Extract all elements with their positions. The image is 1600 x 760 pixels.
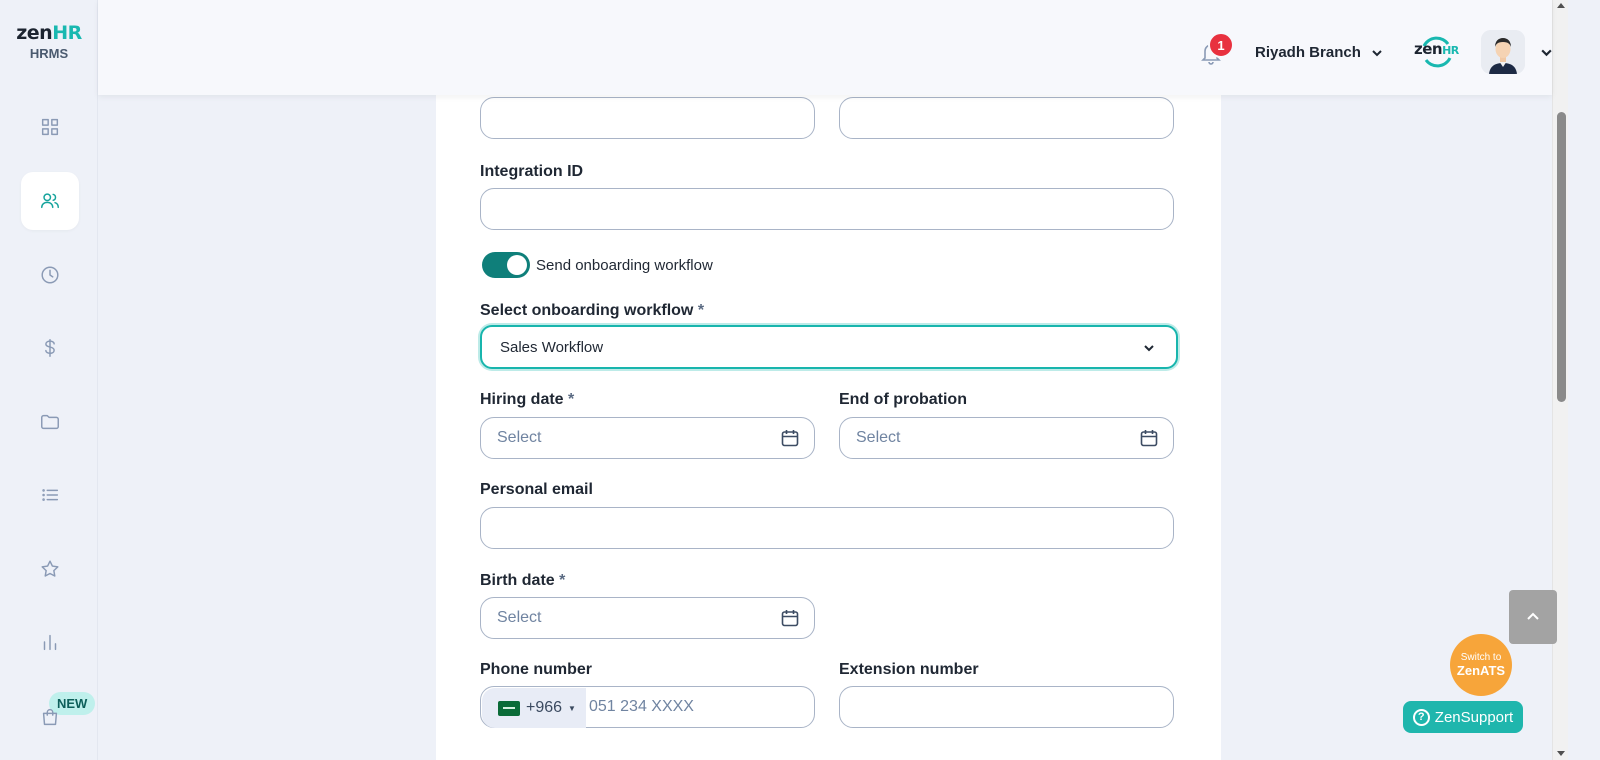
bag-icon <box>42 709 58 726</box>
sidebar-item-lists[interactable] <box>21 466 79 524</box>
brand-sub: HRMS <box>29 46 69 61</box>
toggle-knob <box>507 255 527 275</box>
branch-name: Riyadh Branch <box>1255 44 1361 61</box>
grid-icon <box>41 118 59 136</box>
clock-icon <box>41 266 59 284</box>
sidebar-item-performance[interactable] <box>21 540 79 598</box>
scroll-to-top-button[interactable] <box>1509 590 1557 644</box>
personal-email-field[interactable] <box>480 507 1174 549</box>
required-marker: * <box>697 302 705 319</box>
logo-main-text: zen <box>1414 40 1443 58</box>
hiring-date-placeholder: Select <box>497 429 542 446</box>
brand-main: zen <box>16 22 53 44</box>
phone-number-placeholder: 051 234 XXXX <box>589 698 694 715</box>
birth-date-placeholder: Select <box>497 609 542 626</box>
sidebar-item-documents[interactable] <box>21 393 79 451</box>
sidebar-item-attendance[interactable] <box>21 246 79 304</box>
onboarding-workflow-label-text: Select onboarding workflow <box>480 302 694 319</box>
country-code-selector[interactable]: +966 ▼ <box>482 688 586 728</box>
phone-number-field[interactable]: +966 ▼ 051 234 XXXX <box>480 686 815 728</box>
employee-form: Integration ID Send onboarding workflow … <box>436 80 1221 760</box>
calendar-icon[interactable] <box>780 428 800 448</box>
user-avatar[interactable] <box>1481 30 1525 74</box>
onboarding-workflow-select[interactable]: Sales Workflow <box>480 325 1178 369</box>
chevron-up-icon <box>1527 612 1539 620</box>
scroll-up-arrow-icon[interactable] <box>1557 3 1565 8</box>
app-logo[interactable]: zenHR HRMS <box>0 22 98 61</box>
onboarding-workflow-label: Select onboarding workflow * <box>480 302 704 320</box>
end-of-probation-label: End of probation <box>839 391 967 408</box>
saudi-flag-icon <box>498 700 520 716</box>
question-icon: ? <box>1412 708 1430 726</box>
notification-count-badge: 1 <box>1208 32 1234 58</box>
end-of-probation-field[interactable]: Select <box>839 417 1174 459</box>
hiring-date-field[interactable]: Select <box>480 417 815 459</box>
folder-icon <box>41 414 59 430</box>
end-of-probation-placeholder: Select <box>856 429 901 446</box>
bar-chart-icon <box>43 634 57 651</box>
onboarding-toggle[interactable] <box>482 252 530 278</box>
sidebar-item-marketplace[interactable] <box>21 688 79 746</box>
birth-date-label-text: Birth date <box>480 572 555 589</box>
chevron-down-icon <box>1372 49 1382 56</box>
extension-number-label: Extension number <box>839 661 979 678</box>
sidebar-item-employees[interactable] <box>21 172 79 230</box>
extension-number-field[interactable] <box>839 686 1174 728</box>
birth-date-label: Birth date * <box>480 572 565 590</box>
caret-down-icon: ▼ <box>568 703 576 713</box>
scrollbar-thumb[interactable] <box>1557 112 1566 402</box>
birth-date-field[interactable]: Select <box>480 597 815 639</box>
sidebar: zenHR HRMS NEW <box>0 0 98 760</box>
chevron-down-icon <box>1144 345 1154 352</box>
integration-id-field[interactable] <box>480 188 1174 230</box>
sidebar-item-dashboard[interactable] <box>21 98 79 156</box>
personal-email-label: Personal email <box>480 481 593 498</box>
top-header: 1 Riyadh Branch zenHR <box>98 0 1552 95</box>
text-field-top-right[interactable] <box>839 97 1174 139</box>
zenhr-logo: zenHR <box>1414 34 1462 70</box>
user-avatar-image <box>1481 30 1525 74</box>
phone-number-label: Phone number <box>480 661 593 678</box>
switch-line2: ZenATS <box>1456 663 1506 678</box>
zensupport-button[interactable]: ? ZenSupport <box>1403 701 1523 733</box>
switch-to-zenats-button[interactable]: Switch to ZenATS <box>1450 634 1512 696</box>
user-menu-chevron-icon[interactable] <box>1540 46 1553 59</box>
calendar-icon[interactable] <box>1139 428 1159 448</box>
onboarding-workflow-value: Sales Workflow <box>500 338 604 356</box>
sidebar-item-payroll[interactable] <box>21 319 79 377</box>
sidebar-item-reports[interactable] <box>21 613 79 671</box>
hiring-date-label-text: Hiring date <box>480 391 564 408</box>
brand-accent: HR <box>52 22 82 44</box>
scroll-down-arrow-icon[interactable] <box>1557 751 1565 756</box>
calendar-icon[interactable] <box>780 608 800 628</box>
list-icon <box>42 489 59 501</box>
users-icon <box>41 193 59 209</box>
country-code: +966 <box>526 699 563 716</box>
page-scrollbar[interactable] <box>1552 0 1568 760</box>
onboarding-toggle-label: Send onboarding workflow <box>536 257 713 274</box>
required-marker: * <box>568 391 575 408</box>
required-marker: * <box>559 572 566 589</box>
support-label: ZenSupport <box>1434 708 1514 726</box>
hiring-date-label: Hiring date * <box>480 391 574 409</box>
branch-selector[interactable]: Riyadh Branch <box>1255 44 1383 61</box>
integration-id-label: Integration ID <box>480 163 584 180</box>
star-icon <box>41 560 59 577</box>
logo-accent-text: HR <box>1442 44 1459 57</box>
text-field-top-left[interactable] <box>480 97 815 139</box>
dollar-icon <box>45 339 55 357</box>
switch-line1: Switch to <box>1460 652 1502 663</box>
